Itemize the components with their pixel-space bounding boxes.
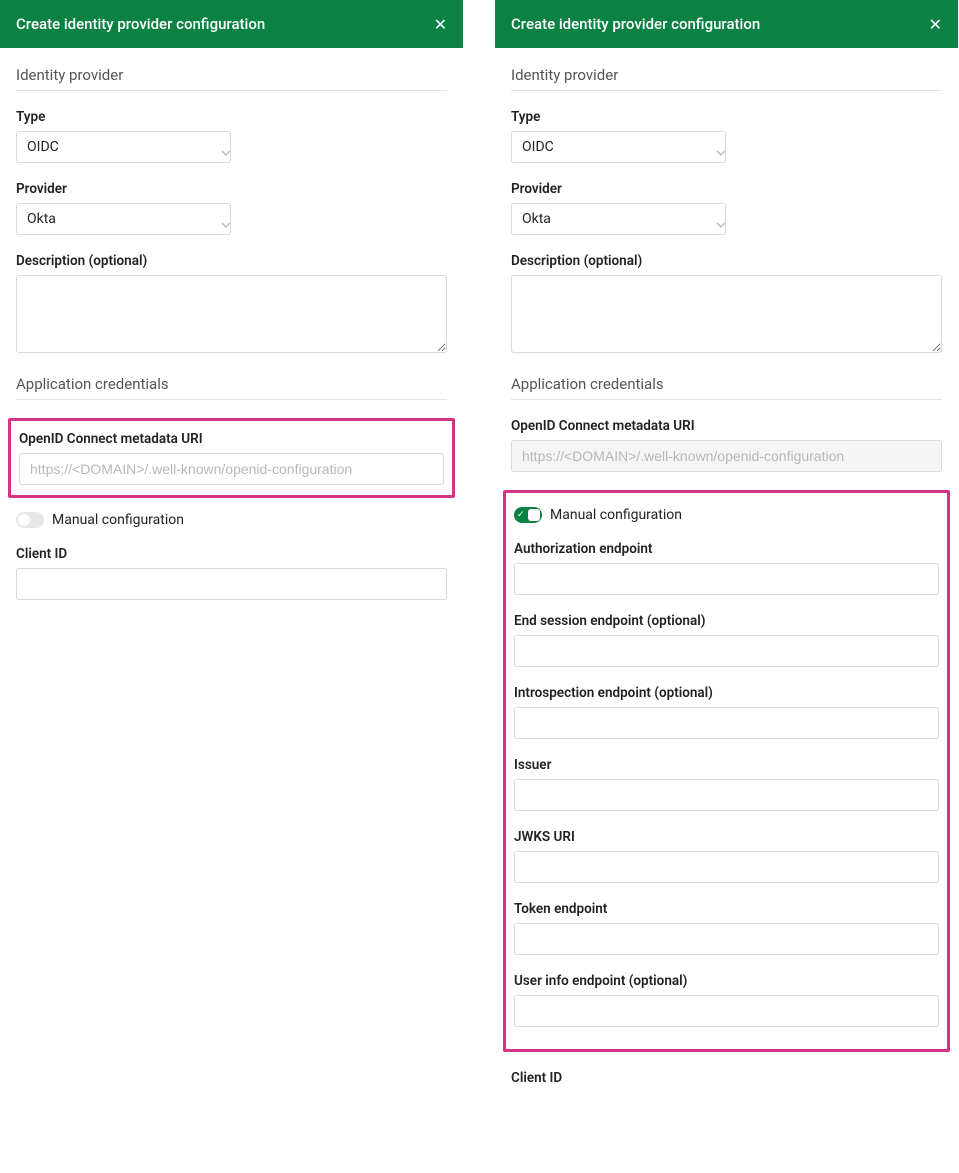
toggle-row-manual-config: Manual configuration — [16, 512, 447, 528]
textarea-description[interactable] — [16, 275, 447, 353]
section-identity-provider: Identity provider — [511, 66, 942, 91]
toggle-knob — [18, 514, 30, 526]
toggle-knob — [528, 509, 540, 521]
field-openid-uri: OpenID Connect metadata URI — [511, 418, 942, 472]
check-icon: ✓ — [517, 511, 525, 520]
select-provider[interactable]: Okta — [16, 203, 231, 235]
close-icon[interactable]: ✕ — [929, 15, 942, 34]
field-type: Type OIDC — [16, 109, 447, 163]
section-identity-provider: Identity provider — [16, 66, 447, 91]
label-auth-endpoint: Authorization endpoint — [514, 541, 939, 557]
field-issuer: Issuer — [514, 757, 939, 811]
input-user-info[interactable] — [514, 995, 939, 1027]
label-openid-uri: OpenID Connect metadata URI — [19, 431, 444, 447]
field-auth-endpoint: Authorization endpoint — [514, 541, 939, 595]
field-client-id: Client ID — [511, 1070, 942, 1086]
input-introspection[interactable] — [514, 707, 939, 739]
field-introspection: Introspection endpoint (optional) — [514, 685, 939, 739]
toggle-manual-config-off[interactable] — [16, 512, 44, 528]
panel-header: Create identity provider configuration ✕ — [495, 0, 958, 48]
label-description: Description (optional) — [16, 253, 447, 269]
field-provider: Provider Okta — [511, 181, 942, 235]
textarea-description[interactable] — [511, 275, 942, 353]
field-type: Type OIDC — [511, 109, 942, 163]
field-description: Description (optional) — [511, 253, 942, 357]
input-client-id[interactable] — [16, 568, 447, 600]
label-issuer: Issuer — [514, 757, 939, 773]
input-issuer[interactable] — [514, 779, 939, 811]
input-auth-endpoint[interactable] — [514, 563, 939, 595]
panel-body-left: Identity provider Type OIDC Provider Okt… — [0, 48, 463, 600]
panel-title: Create identity provider configuration — [16, 15, 265, 33]
label-type: Type — [511, 109, 942, 125]
toggle-row-manual-config: ✓ Manual configuration — [514, 507, 939, 523]
field-end-session: End session endpoint (optional) — [514, 613, 939, 667]
input-token-endpoint[interactable] — [514, 923, 939, 955]
select-type[interactable]: OIDC — [511, 131, 726, 163]
panel-header: Create identity provider configuration ✕ — [0, 0, 463, 48]
field-provider: Provider Okta — [16, 181, 447, 235]
panel-right: Create identity provider configuration ✕… — [495, 0, 958, 1104]
select-provider-value: Okta — [27, 211, 56, 227]
field-client-id: Client ID — [16, 546, 447, 600]
label-client-id: Client ID — [511, 1070, 942, 1086]
select-provider[interactable]: Okta — [511, 203, 726, 235]
highlight-manual-config: ✓ Manual configuration Authorization end… — [503, 490, 950, 1052]
label-end-session: End session endpoint (optional) — [514, 613, 939, 629]
panel-title: Create identity provider configuration — [511, 15, 760, 33]
field-openid-uri: OpenID Connect metadata URI — [19, 431, 444, 485]
input-openid-uri[interactable] — [19, 453, 444, 485]
label-provider: Provider — [511, 181, 942, 197]
label-manual-config: Manual configuration — [550, 507, 682, 523]
panel-left: Create identity provider configuration ✕… — [0, 0, 463, 1104]
label-user-info: User info endpoint (optional) — [514, 973, 939, 989]
field-jwks: JWKS URI — [514, 829, 939, 883]
field-user-info: User info endpoint (optional) — [514, 973, 939, 1027]
label-introspection: Introspection endpoint (optional) — [514, 685, 939, 701]
label-jwks: JWKS URI — [514, 829, 939, 845]
close-icon[interactable]: ✕ — [434, 15, 447, 34]
field-description: Description (optional) — [16, 253, 447, 357]
field-token-endpoint: Token endpoint — [514, 901, 939, 955]
panel-body-right: Identity provider Type OIDC Provider Okt… — [495, 48, 958, 1086]
select-type[interactable]: OIDC — [16, 131, 231, 163]
section-app-credentials: Application credentials — [511, 375, 942, 400]
section-app-credentials: Application credentials — [16, 375, 447, 400]
label-manual-config: Manual configuration — [52, 512, 184, 528]
select-type-value: OIDC — [27, 139, 59, 155]
label-token-endpoint: Token endpoint — [514, 901, 939, 917]
label-openid-uri: OpenID Connect metadata URI — [511, 418, 942, 434]
select-provider-value: Okta — [522, 211, 551, 227]
input-openid-uri-disabled — [511, 440, 942, 472]
select-type-value: OIDC — [522, 139, 554, 155]
input-jwks[interactable] — [514, 851, 939, 883]
input-end-session[interactable] — [514, 635, 939, 667]
label-type: Type — [16, 109, 447, 125]
highlight-openid-uri: OpenID Connect metadata URI — [8, 418, 455, 498]
label-client-id: Client ID — [16, 546, 447, 562]
toggle-manual-config-on[interactable]: ✓ — [514, 507, 542, 523]
label-provider: Provider — [16, 181, 447, 197]
label-description: Description (optional) — [511, 253, 942, 269]
